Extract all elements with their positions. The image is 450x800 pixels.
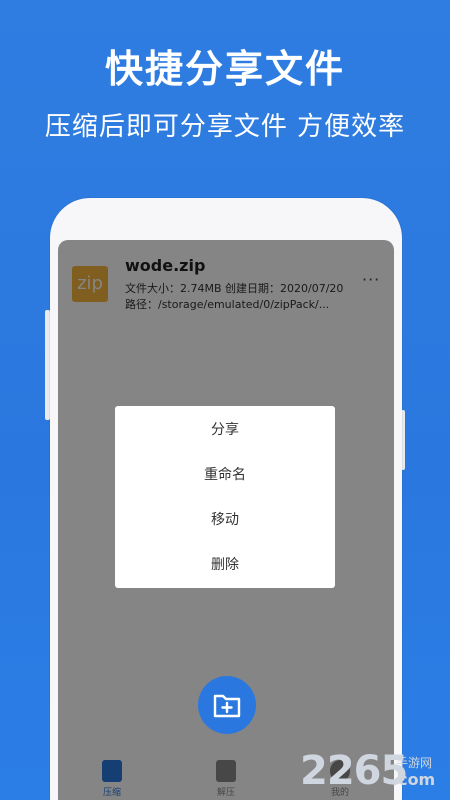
context-menu: 分享 重命名 移动 删除 bbox=[115, 406, 335, 588]
promo-subline: 压缩后即可分享文件 方便效率 bbox=[44, 112, 406, 142]
site-watermark: 2265 手游网 .com bbox=[300, 748, 450, 798]
menu-item-rename[interactable]: 重命名 bbox=[115, 453, 335, 498]
menu-item-delete[interactable]: 删除 bbox=[115, 543, 335, 588]
promo-headline: 快捷分享文件 bbox=[104, 47, 345, 91]
menu-item-share[interactable]: 分享 bbox=[115, 408, 335, 453]
watermark-text: 手游网 bbox=[396, 756, 433, 770]
menu-item-move[interactable]: 移动 bbox=[115, 498, 335, 543]
folder-add-icon bbox=[213, 694, 241, 718]
add-folder-button[interactable] bbox=[198, 676, 256, 734]
watermark-domain: .com bbox=[392, 770, 436, 789]
